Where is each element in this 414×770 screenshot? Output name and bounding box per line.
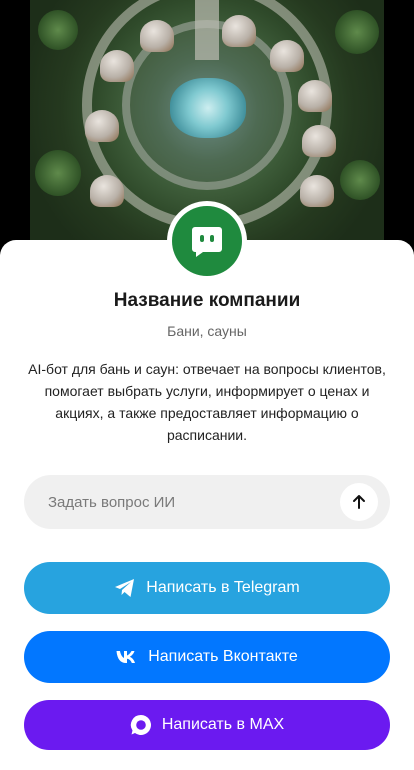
cover-hut [140,20,174,52]
cover-hut [222,15,256,47]
cover-hut [300,175,334,207]
telegram-icon [115,579,135,597]
cover-path [195,0,219,60]
cover-hut [90,175,124,207]
company-description: AI-бот для бань и саун: отвечает на вопр… [28,361,386,443]
cover-tree [35,150,81,196]
vk-button[interactable]: Написать Вконтакте [24,631,390,683]
telegram-button[interactable]: Написать в Telegram [24,562,390,614]
send-button[interactable] [340,483,378,521]
vk-icon [116,651,136,663]
cover-hut [270,40,304,72]
cover-hut [298,80,332,112]
max-button-label: Написать в MAX [161,716,285,733]
company-category: Бани, сауны [167,323,247,339]
cover-pool [170,78,246,138]
cover-hut [85,110,119,142]
ask-ai-field [24,475,390,529]
avatar [167,201,247,281]
ask-ai-input[interactable] [24,475,324,529]
cover-tree [335,10,379,54]
arrow-up-icon [353,495,365,509]
telegram-button-label: Написать в Telegram [146,579,300,596]
cover-hut [100,50,134,82]
cover-tree [340,160,380,200]
max-icon [130,714,151,735]
cover-tree [38,10,78,50]
cover-hut [302,125,336,157]
vk-button-label: Написать Вконтакте [148,648,298,665]
bot-avatar [172,206,242,276]
max-button[interactable]: Написать в MAX [24,700,390,750]
company-name: Название компании [113,290,301,311]
chat-bot-icon [192,227,222,257]
